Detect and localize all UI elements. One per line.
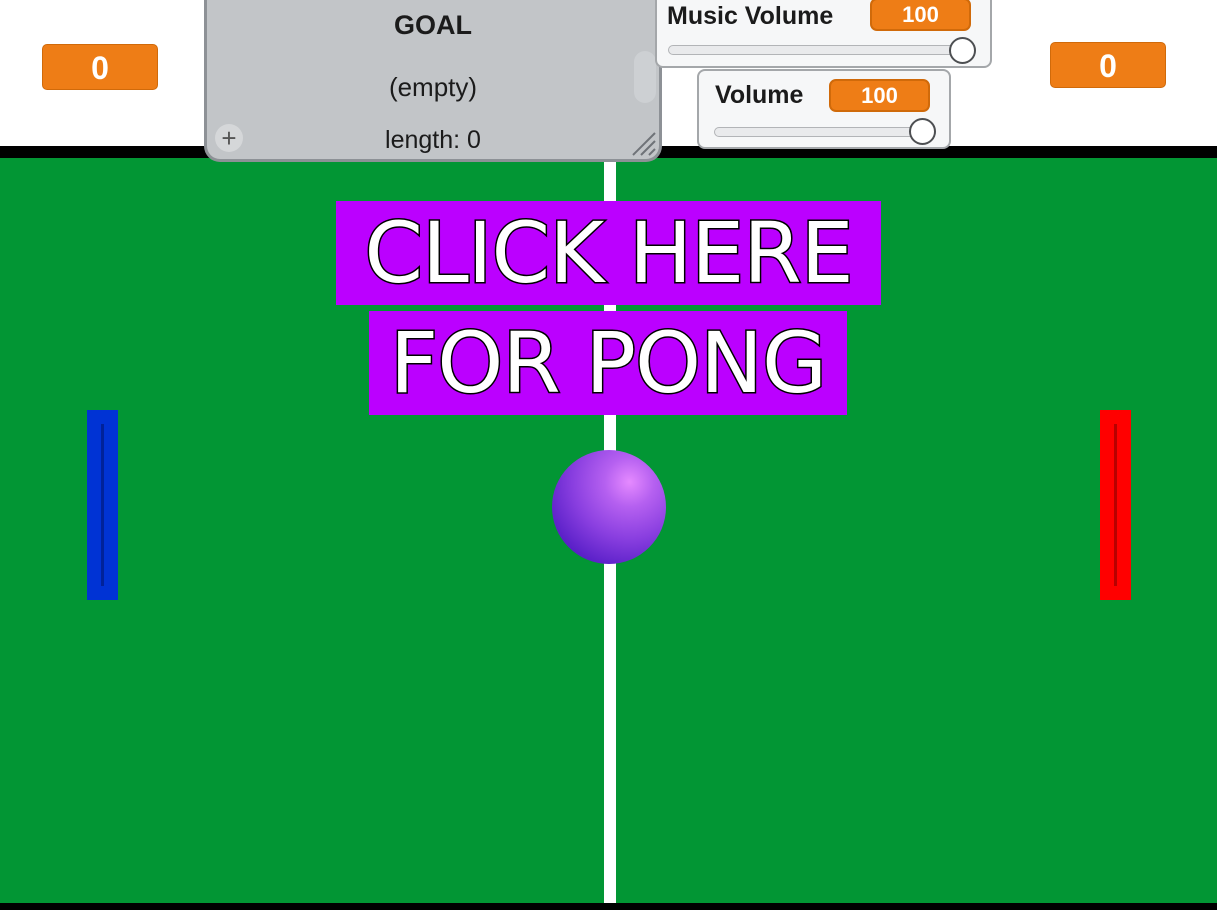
click-here-banner-line2[interactable]: FOR PONG bbox=[369, 311, 847, 415]
resize-handle-icon[interactable] bbox=[627, 127, 657, 157]
left-paddle-groove bbox=[101, 424, 104, 586]
click-here-banner-line1[interactable]: CLICK HERE bbox=[336, 201, 881, 305]
goal-list-monitor: GOAL (empty) + length: 0 bbox=[204, 0, 662, 162]
music-volume-slider[interactable] bbox=[668, 45, 976, 55]
goal-list-length: length: 0 bbox=[385, 126, 481, 154]
right-paddle[interactable] bbox=[1100, 410, 1131, 600]
left-score: 0 bbox=[42, 44, 158, 90]
music-volume-monitor: Music Volume 100 bbox=[655, 0, 992, 68]
music-volume-value: 100 bbox=[870, 0, 971, 31]
goal-list-title: GOAL bbox=[394, 10, 472, 40]
music-volume-label: Music Volume bbox=[667, 2, 834, 30]
bottom-wall bbox=[0, 903, 1217, 910]
volume-value: 100 bbox=[829, 79, 930, 112]
volume-monitor: Volume 100 bbox=[697, 69, 951, 149]
ball[interactable] bbox=[552, 450, 666, 564]
right-paddle-groove bbox=[1114, 424, 1117, 586]
goal-list-scrollbar[interactable] bbox=[634, 51, 656, 103]
left-paddle[interactable] bbox=[87, 410, 118, 600]
volume-label: Volume bbox=[715, 81, 804, 109]
right-score: 0 bbox=[1050, 42, 1166, 88]
music-volume-slider-knob[interactable] bbox=[949, 37, 976, 64]
volume-slider-knob[interactable] bbox=[909, 118, 936, 145]
volume-slider[interactable] bbox=[714, 127, 936, 137]
goal-list-empty: (empty) bbox=[388, 72, 478, 102]
